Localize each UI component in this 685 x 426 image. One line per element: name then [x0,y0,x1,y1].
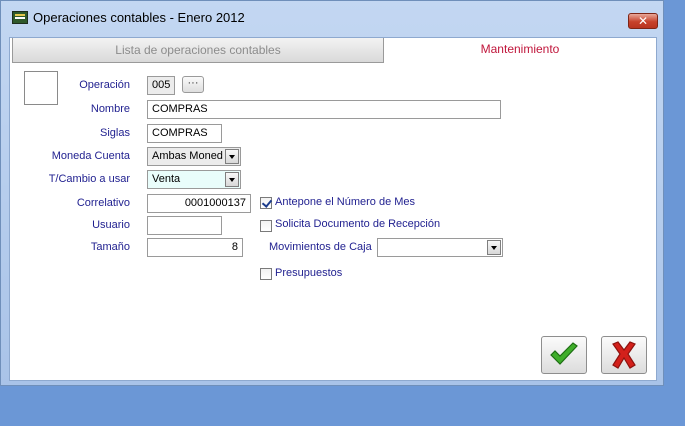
presupuestos-checkbox[interactable] [260,268,272,280]
moneda-cuenta-select[interactable]: Ambas Moned [147,147,241,166]
chevron-down-icon[interactable] [225,149,239,164]
tcambio-select[interactable]: Venta [147,170,241,189]
main-window: Operaciones contables - Enero 2012 ✕ Lis… [0,0,664,386]
presupuestos-label: Presupuestos [275,267,343,279]
tab-mantenimiento[interactable]: Mantenimiento [384,38,656,63]
x-icon [612,341,636,369]
close-button[interactable]: ✕ [628,13,658,29]
movimientos-caja-select[interactable] [377,238,503,257]
title-bar[interactable]: Operaciones contables - Enero 2012 ✕ [1,1,663,31]
movimientos-caja-label: Movimientos de Caja [269,241,372,253]
moneda-cuenta-value: Ambas Moned [152,150,223,162]
operacion-label: Operación [79,79,130,91]
form-panel: Lista de operaciones contables Mantenimi… [9,37,657,381]
close-icon: ✕ [637,14,649,28]
tamano-label: Tamaño [90,241,130,253]
tcambio-value: Venta [152,173,181,185]
window-title: Operaciones contables - Enero 2012 [33,10,245,25]
checkmark-icon [550,342,578,365]
cancel-button[interactable] [601,336,647,374]
moneda-cuenta-label: Moneda Cuenta [51,150,130,162]
usuario-label: Usuario [92,219,130,231]
antepone-mes-checkbox[interactable] [260,197,272,209]
app-icon [12,11,28,24]
operacion-lookup-button[interactable]: ··· [182,76,204,93]
correlativo-input[interactable]: 0001000137 [147,194,251,213]
siglas-label: Siglas [100,127,130,139]
chevron-down-icon[interactable] [225,172,239,187]
nombre-input[interactable]: COMPRAS [147,100,501,119]
siglas-input[interactable]: COMPRAS [147,124,222,143]
chevron-down-icon[interactable] [487,240,501,255]
tamano-input[interactable]: 8 [147,238,243,257]
usuario-input[interactable] [147,216,222,235]
operacion-field[interactable]: 005 [147,76,175,95]
antepone-mes-label: Antepone el Número de Mes [275,196,416,208]
solicita-documento-checkbox[interactable] [260,220,272,232]
tab-lista-operaciones[interactable]: Lista de operaciones contables [12,38,384,63]
correlativo-label: Correlativo [76,197,130,209]
solicita-documento-label: Solicita Documento de Recepción [275,218,441,230]
tcambio-label: T/Cambio a usar [48,173,130,185]
accept-button[interactable] [541,336,587,374]
nombre-label: Nombre [90,103,130,115]
